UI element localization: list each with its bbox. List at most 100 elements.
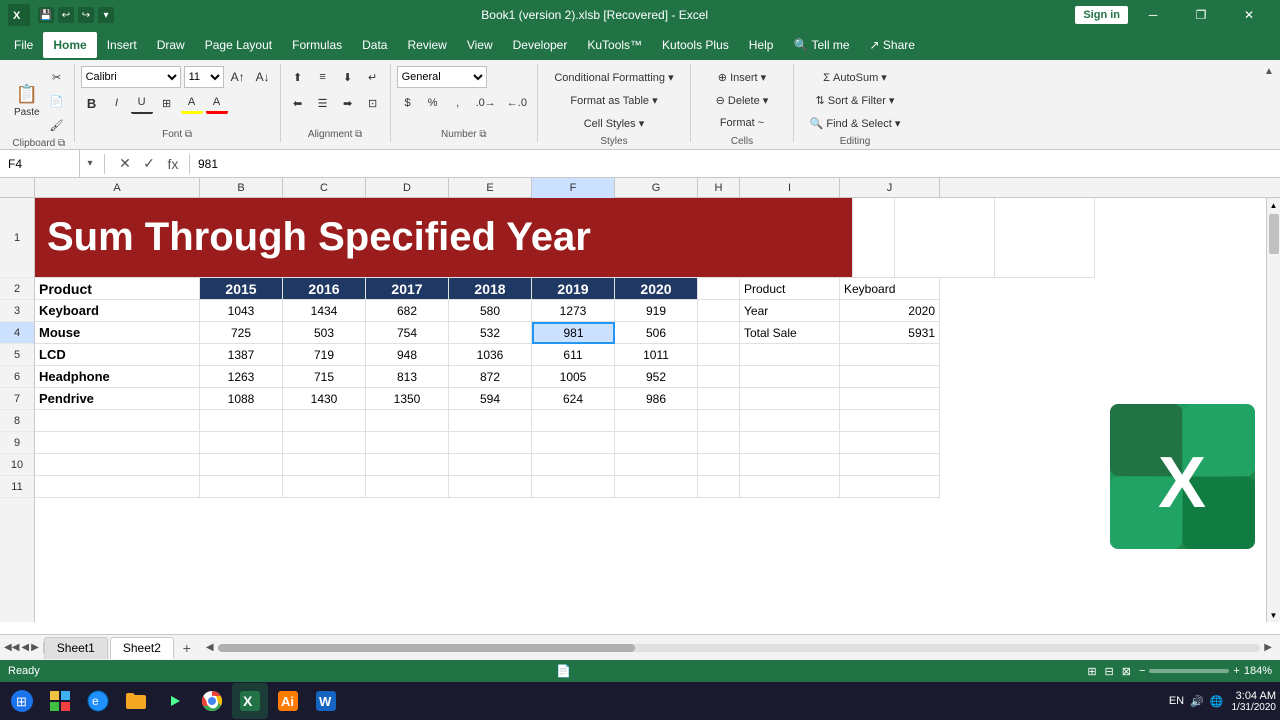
cell-i7[interactable]	[740, 388, 840, 410]
menu-home[interactable]: Home	[43, 32, 96, 58]
bold-button[interactable]: B	[81, 92, 103, 114]
taskbar-illustrator-icon[interactable]: Ai	[270, 683, 306, 719]
scroll-left-btn[interactable]: ◀	[206, 642, 214, 653]
scroll-thumb[interactable]	[1269, 214, 1279, 254]
cell-a6[interactable]: Headphone	[35, 366, 200, 388]
col-header-h[interactable]: H	[698, 178, 740, 198]
cell-d2[interactable]: 2017	[366, 278, 449, 300]
cell-h5[interactable]	[698, 344, 740, 366]
row-num-6[interactable]: 6	[0, 366, 34, 388]
cell-a3[interactable]: Keyboard	[35, 300, 200, 322]
col-header-c[interactable]: C	[283, 178, 366, 198]
align-bottom-btn[interactable]: ⬇	[337, 66, 359, 88]
taskbar-explorer-icon[interactable]	[42, 683, 78, 719]
cell-j1[interactable]	[995, 198, 1095, 278]
cell-e5[interactable]: 1036	[449, 344, 532, 366]
row-num-1[interactable]: 1	[0, 198, 34, 278]
cell-i3[interactable]: Year	[740, 300, 840, 322]
cell-a4[interactable]: Mouse	[35, 322, 200, 344]
increase-font-btn[interactable]: A↑	[227, 66, 249, 88]
cell-j5[interactable]	[840, 344, 940, 366]
formula-input[interactable]	[190, 157, 1280, 171]
percent-btn[interactable]: %	[422, 92, 444, 114]
wrap-text-btn[interactable]: ↵	[362, 66, 384, 88]
menu-data[interactable]: Data	[352, 32, 397, 58]
cell-i8[interactable]	[740, 410, 840, 432]
cell-e6[interactable]: 872	[449, 366, 532, 388]
row-num-3[interactable]: 3	[0, 300, 34, 322]
cell-c6[interactable]: 715	[283, 366, 366, 388]
cell-j7[interactable]	[840, 388, 940, 410]
more-quick-btn[interactable]: ▾	[98, 7, 114, 23]
cell-g5[interactable]: 1011	[615, 344, 698, 366]
row-num-11[interactable]: 11	[0, 476, 34, 498]
col-header-i[interactable]: I	[740, 178, 840, 198]
title-cell[interactable]: Sum Through Specified Year	[35, 198, 853, 278]
cell-a5[interactable]: LCD	[35, 344, 200, 366]
cell-g7[interactable]: 986	[615, 388, 698, 410]
cell-j6[interactable]	[840, 366, 940, 388]
font-size-select[interactable]: 11	[184, 66, 224, 88]
align-center-btn[interactable]: ☰	[312, 92, 334, 114]
cell-g2[interactable]: 2020	[615, 278, 698, 300]
align-top-btn[interactable]: ⬆	[287, 66, 309, 88]
cell-c3[interactable]: 1434	[283, 300, 366, 322]
col-header-a[interactable]: A	[35, 178, 200, 198]
cell-h7[interactable]	[698, 388, 740, 410]
cell-h2[interactable]	[698, 278, 740, 300]
speaker-icon[interactable]: 🔊	[1190, 695, 1204, 708]
delete-cells-btn[interactable]: ⊖ Delete ▾	[697, 89, 787, 111]
copy-button[interactable]: 📄	[46, 90, 68, 112]
close-button[interactable]: ✕	[1226, 0, 1272, 30]
row-num-9[interactable]: 9	[0, 432, 34, 454]
menu-insert[interactable]: Insert	[97, 32, 147, 58]
menu-kutools[interactable]: KuTools™	[577, 32, 652, 58]
insert-cells-btn[interactable]: ⊕ Insert ▾	[697, 66, 787, 88]
sheet-scroll-first[interactable]: ◀◀	[4, 642, 19, 653]
number-format-select[interactable]: General	[397, 66, 487, 88]
currency-btn[interactable]: $	[397, 92, 419, 114]
col-header-e[interactable]: E	[449, 178, 532, 198]
undo-quick-btn[interactable]: ↩	[58, 7, 74, 23]
sheet-scroll-next[interactable]: ▶	[31, 642, 39, 653]
sheet-tab-sheet1[interactable]: Sheet1	[44, 637, 108, 659]
cell-f5[interactable]: 611	[532, 344, 615, 366]
menu-draw[interactable]: Draw	[147, 32, 195, 58]
font-color-button[interactable]: A	[206, 92, 228, 114]
cell-j3[interactable]: 2020	[840, 300, 940, 322]
cell-e7[interactable]: 594	[449, 388, 532, 410]
cell-a8[interactable]	[35, 410, 200, 432]
network-icon[interactable]: 🌐	[1210, 695, 1224, 708]
cell-e3[interactable]: 580	[449, 300, 532, 322]
cell-d8[interactable]	[366, 410, 449, 432]
sheet-tab-sheet2[interactable]: Sheet2	[110, 637, 174, 659]
col-header-b[interactable]: B	[200, 178, 283, 198]
collapse-ribbon-btn[interactable]: ▲	[1258, 60, 1280, 82]
cell-b4[interactable]: 725	[200, 322, 283, 344]
underline-button[interactable]: U	[131, 92, 153, 114]
row-num-7[interactable]: 7	[0, 388, 34, 410]
cell-h8[interactable]	[698, 410, 740, 432]
cell-styles-btn[interactable]: Cell Styles ▾	[544, 112, 684, 134]
col-header-j[interactable]: J	[840, 178, 940, 198]
find-select-btn[interactable]: 🔍 Find & Select ▾	[800, 112, 910, 134]
cell-f6[interactable]: 1005	[532, 366, 615, 388]
font-family-select[interactable]: Calibri	[81, 66, 181, 88]
decrease-font-btn[interactable]: A↓	[252, 66, 274, 88]
merge-center-btn[interactable]: ⊡	[362, 92, 384, 114]
cell-i5[interactable]	[740, 344, 840, 366]
sort-filter-btn[interactable]: ⇅ Sort & Filter ▾	[800, 89, 910, 111]
cell-b5[interactable]: 1387	[200, 344, 283, 366]
cell-b3[interactable]: 1043	[200, 300, 283, 322]
align-left-btn[interactable]: ⬅	[287, 92, 309, 114]
cell-c4[interactable]: 503	[283, 322, 366, 344]
cell-e2[interactable]: 2018	[449, 278, 532, 300]
comma-btn[interactable]: ,	[447, 92, 469, 114]
cell-b2[interactable]: 2015	[200, 278, 283, 300]
cell-c5[interactable]: 719	[283, 344, 366, 366]
format-cells-btn[interactable]: Format ~	[697, 112, 787, 134]
taskbar-excel-icon[interactable]: X	[232, 683, 268, 719]
cell-i1[interactable]	[895, 198, 995, 278]
start-button[interactable]: ⊞	[4, 683, 40, 719]
row-num-5[interactable]: 5	[0, 344, 34, 366]
